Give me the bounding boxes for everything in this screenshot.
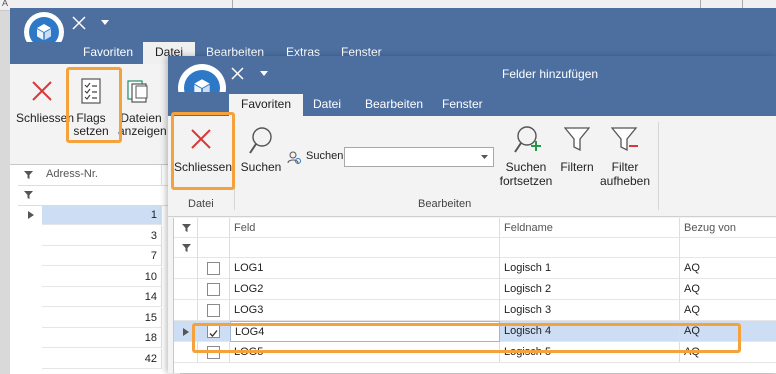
bg-table-row[interactable]: 3 [18,225,180,246]
table-row[interactable]: LOG2 Logisch 2 AQ [174,279,776,300]
tab-favoriten[interactable]: Favoriten [229,94,304,116]
bg-table-row[interactable]: 18 [18,328,180,348]
row-checkbox[interactable] [207,262,220,275]
row-checkbox-cell [198,258,230,279]
table-row[interactable]: LOG1 Logisch 1 AQ [174,258,776,279]
filter-row-icon [182,244,191,252]
row-checkbox-cell [198,279,230,300]
search-person-icon [287,151,301,164]
group-label-bearbeiten: Bearbeiten [418,198,472,210]
header-filter-cell[interactable] [174,218,198,238]
bg-table-row[interactable]: 42 [18,348,180,369]
dialog-title: Felder hinzufügen [502,67,599,81]
search-button[interactable]: Suchen [238,161,284,174]
grid-filter-row[interactable] [174,238,776,258]
bg-cell-adress-nr[interactable]: 15 [42,307,162,328]
flags-highlight-box [66,67,122,143]
background-titlebar [10,8,776,42]
tab-fenster[interactable]: Fenster [442,94,483,116]
row-checkbox[interactable] [207,304,220,317]
row-indicator-cell [174,300,198,321]
filter-row-icon [182,224,191,232]
bg-table-row[interactable]: 14 [18,287,180,307]
filter-row-icon[interactable] [24,171,33,179]
continue-search-line1[interactable]: Suchen [496,161,556,174]
search-plus-icon[interactable] [512,124,542,156]
selected-row-highlight-box [192,323,741,353]
bg-cell-adress-nr[interactable]: 42 [42,348,162,369]
table-row[interactable]: LOG3 Logisch 3 AQ [174,300,776,321]
row-checkbox-cell [198,300,230,321]
bg-cell-adress-nr[interactable]: 3 [42,225,162,246]
background-grid: Adress-Nr. K 1371014151842 [10,164,180,374]
continue-search-line2[interactable]: fortsetzen [496,175,556,188]
dialog-ribbon: Schliessen Suchen Suchen Suchen fortsetz… [168,116,776,217]
row-indicator-cell [174,279,198,300]
filter-icon[interactable] [564,126,590,152]
close-highlight-box [171,112,235,190]
bg-cell-adress-nr[interactable]: 18 [42,328,162,348]
search-field-label: Suchen [306,150,344,162]
dialog-tab-bar: Favoriten Datei Bearbeiten Fenster [168,92,776,116]
search-input[interactable] [344,147,494,167]
tab-bearbeiten[interactable]: Bearbeiten [365,94,423,116]
bg-cell-adress-nr[interactable]: 7 [42,246,162,266]
bg-table-row[interactable]: 7 [18,246,180,266]
filter-button[interactable]: Filtern [556,161,598,174]
remove-filter-line1[interactable]: Filter [598,161,652,174]
close-x-icon[interactable] [231,67,244,80]
bg-cell-adress-nr[interactable]: 10 [42,266,162,287]
tab-datei[interactable]: Datei [313,94,341,116]
filter-remove-icon[interactable] [611,126,639,152]
dropdown-arrow-icon[interactable] [260,71,268,77]
cell-feldname[interactable]: Logisch 2 [500,279,680,300]
grid-header-row: Feld Feldname Bezug von [174,218,776,238]
row-pointer-icon [28,211,34,219]
cell-feld[interactable]: LOG2 [230,279,500,300]
column-header-feldname[interactable]: Feldname [500,218,680,238]
close-x-icon[interactable] [31,80,53,102]
group-label-datei: Datei [188,198,214,210]
bg-grid-header: Adress-Nr. K [18,165,180,186]
chevron-down-icon[interactable] [481,155,488,159]
bg-column-header[interactable]: Adress-Nr. [46,168,98,180]
cell-bezug[interactable]: AQ [680,300,776,321]
bg-table-row[interactable]: 10 [18,266,180,287]
row-pointer-icon [183,328,189,336]
cell-feld[interactable]: LOG1 [230,258,500,279]
dropdown-arrow-icon[interactable] [101,20,109,26]
column-header-bezug[interactable]: Bezug von [680,218,776,238]
files-label-line2[interactable]: anzeigen [118,125,167,138]
search-icon[interactable] [248,126,274,156]
bg-close-label[interactable]: Schliessen [16,112,74,125]
bg-table-row[interactable]: 1 [18,205,180,225]
cell-bezug[interactable]: AQ [680,279,776,300]
bg-tab-favoriten[interactable]: Favoriten [83,42,133,64]
cell-feldname[interactable]: Logisch 1 [500,258,680,279]
top-strip-text: A [2,0,9,8]
filter-row-icon [24,191,33,199]
header-check-cell[interactable] [198,218,230,238]
files-icon[interactable] [127,80,153,104]
bg-cell-adress-nr[interactable]: 14 [42,287,162,307]
bg-table-row[interactable]: 15 [18,307,180,328]
cell-feld[interactable]: LOG3 [230,300,500,321]
column-header-feld[interactable]: Feld [230,218,500,238]
cell-feldname[interactable]: Logisch 3 [500,300,680,321]
bg-filter-row[interactable] [18,185,180,206]
row-indicator-cell [174,258,198,279]
close-x-icon[interactable] [72,16,86,30]
cell-bezug[interactable]: AQ [680,258,776,279]
remove-filter-line2[interactable]: aufheben [598,175,652,188]
row-checkbox[interactable] [207,283,220,296]
bg-cell-adress-nr[interactable]: 1 [42,205,162,225]
